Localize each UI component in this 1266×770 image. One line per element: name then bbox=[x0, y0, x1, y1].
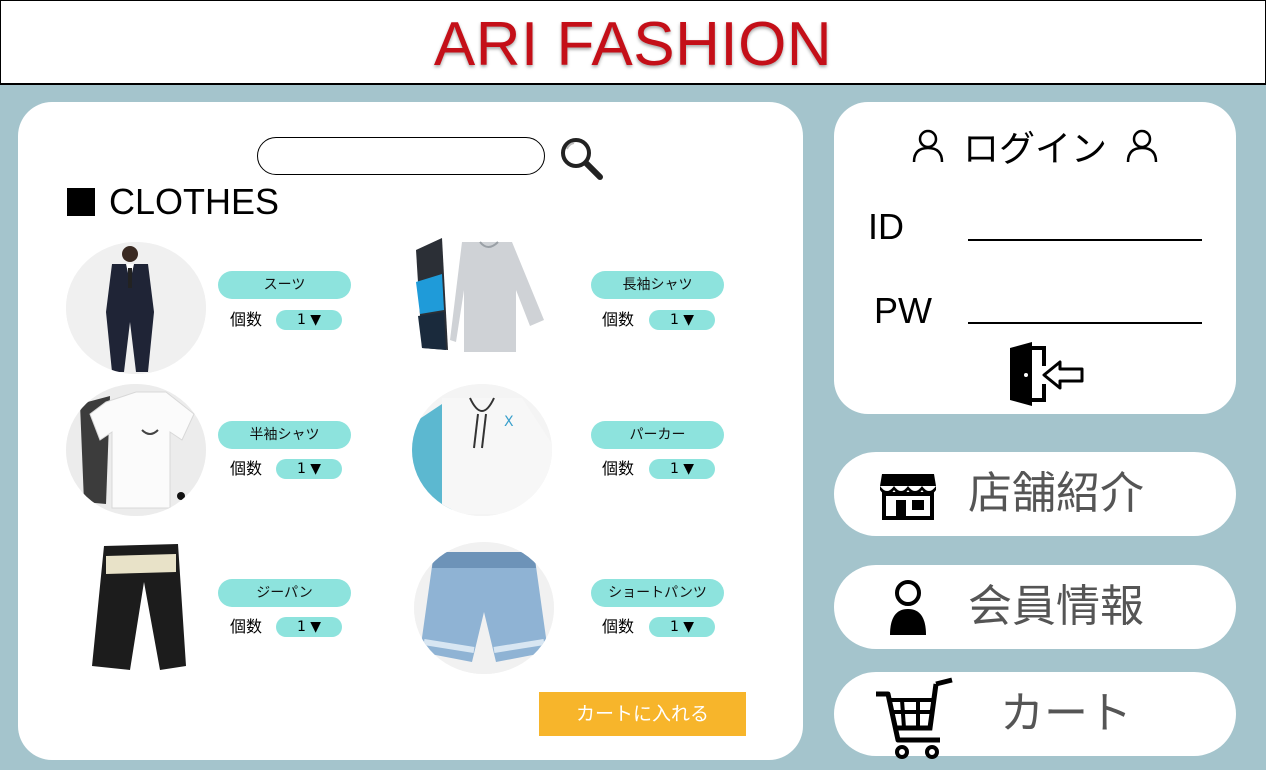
product-image-jeans[interactable] bbox=[66, 542, 206, 674]
menu-store-button[interactable]: 店舗紹介 bbox=[834, 452, 1236, 536]
header-bar: ARI FASHION bbox=[0, 0, 1266, 85]
menu-member-button[interactable]: 会員情報 bbox=[834, 565, 1236, 649]
qty-label: 個数 bbox=[602, 459, 635, 478]
section-title-text: CLOTHES bbox=[109, 181, 280, 222]
square-bullet-icon bbox=[67, 188, 95, 216]
brand-title: ARI FASHION bbox=[433, 10, 833, 79]
qty-select-longsleeve[interactable]: 1 ▼ bbox=[649, 310, 715, 330]
menu-member-label: 会員情報 bbox=[968, 581, 1144, 632]
qty-select-suit[interactable]: 1 ▼ bbox=[276, 310, 342, 330]
qty-label: 個数 bbox=[230, 459, 263, 478]
qty-select-jeans[interactable]: 1 ▼ bbox=[276, 617, 342, 637]
menu-store-label: 店舗紹介 bbox=[968, 468, 1144, 519]
qty-select-shortsleeve[interactable]: 1 ▼ bbox=[276, 459, 342, 479]
product-image-hoodie[interactable]: X bbox=[412, 384, 552, 516]
id-label: ID bbox=[868, 206, 904, 247]
add-to-cart-button[interactable]: カートに入れる bbox=[539, 692, 746, 736]
menu-cart-button[interactable]: カート bbox=[834, 672, 1236, 759]
product-name-hoodie[interactable]: パーカー bbox=[591, 421, 724, 449]
product-image-shorts[interactable] bbox=[414, 542, 554, 674]
product-name-jeans[interactable]: ジーパン bbox=[218, 579, 351, 607]
search-input[interactable] bbox=[257, 137, 545, 175]
section-heading: CLOTHES bbox=[67, 180, 279, 224]
login-title-text: ログイン bbox=[962, 129, 1107, 170]
pw-label: PW bbox=[874, 290, 932, 331]
login-heading: ログイン bbox=[834, 120, 1236, 172]
qty-label: 個数 bbox=[602, 310, 635, 329]
product-image-longsleeve[interactable] bbox=[412, 230, 552, 362]
product-name-shortsleeve[interactable]: 半袖シャツ bbox=[218, 421, 351, 449]
qty-label: 個数 bbox=[230, 617, 263, 636]
search-icon[interactable] bbox=[558, 135, 604, 181]
cart-icon bbox=[876, 677, 953, 759]
qty-select-shorts[interactable]: 1 ▼ bbox=[649, 617, 715, 637]
qty-select-hoodie[interactable]: 1 ▼ bbox=[649, 459, 715, 479]
user-icon bbox=[1126, 129, 1158, 163]
qty-label: 個数 bbox=[230, 310, 263, 329]
pw-field[interactable] bbox=[968, 322, 1202, 324]
user-icon bbox=[912, 129, 944, 163]
product-image-shortsleeve[interactable] bbox=[66, 384, 206, 516]
svg-text:X: X bbox=[504, 414, 514, 430]
product-name-suit[interactable]: スーツ bbox=[218, 271, 351, 299]
menu-cart-label: カート bbox=[1000, 688, 1132, 739]
product-panel: CLOTHES スーツ 個数 1 ▼ 長袖シャツ 個数 1 ▼ 半袖シャツ 個数… bbox=[18, 102, 803, 760]
door-enter-icon[interactable] bbox=[1008, 342, 1088, 406]
product-name-longsleeve[interactable]: 長袖シャツ bbox=[591, 271, 724, 299]
qty-label: 個数 bbox=[602, 617, 635, 636]
product-image-suit[interactable] bbox=[66, 242, 206, 374]
login-panel: ログイン ID PW bbox=[834, 102, 1236, 414]
id-field[interactable] bbox=[968, 239, 1202, 241]
product-name-shorts[interactable]: ショートパンツ bbox=[591, 579, 724, 607]
store-icon bbox=[880, 474, 936, 520]
person-icon bbox=[890, 580, 926, 635]
